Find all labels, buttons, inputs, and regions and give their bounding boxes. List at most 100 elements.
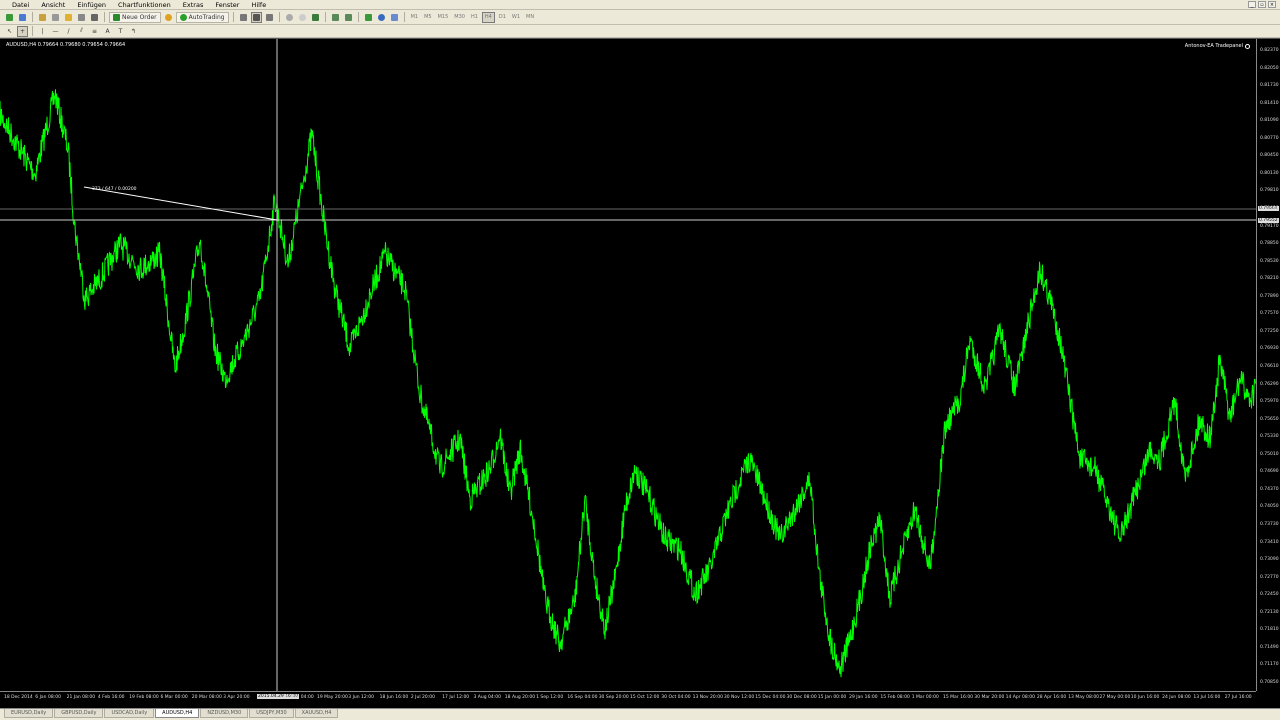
toolbar-separator	[32, 26, 33, 36]
time-axis-label: 10 Jun 16:00	[1130, 695, 1160, 700]
timeframe-h1[interactable]: H1	[469, 14, 480, 20]
timeframe-m1[interactable]: M1	[409, 14, 421, 20]
ea-name: Antonov-EA Tradepanel	[1184, 43, 1243, 49]
restore-icon[interactable]: ▫	[1258, 1, 1266, 8]
time-axis[interactable]: 2015.04.29 16:00 18 Dec 2014 6 Jan 08:00 2…	[0, 691, 1256, 709]
zoom-in-button[interactable]	[284, 12, 295, 23]
text-button[interactable]: A	[102, 26, 113, 37]
chart-window[interactable]: AUDUSD,H4 0.79664 0.79680 0.79654 0.7966…	[0, 38, 1280, 708]
close-icon[interactable]: ×	[1268, 1, 1276, 8]
cursor-button[interactable]: ↖	[4, 26, 15, 37]
tile-windows-button[interactable]	[310, 12, 321, 23]
chart-tabs: EURUSD,Daily GBPUSD,Daily USDCAD,Daily AUDU…	[0, 708, 1280, 720]
price-axis-label: 0.74050	[1260, 504, 1279, 510]
new-order-button[interactable]: Neue Order	[109, 11, 161, 23]
navigator-button[interactable]	[63, 12, 74, 23]
window-controls: _ ▫ ×	[1248, 1, 1280, 8]
chart-tab[interactable]: EURUSD,Daily	[4, 709, 54, 718]
timeframe-m15[interactable]: M15	[436, 14, 451, 20]
profiles-button[interactable]	[17, 12, 28, 23]
vertical-line-button[interactable]: |	[37, 26, 48, 37]
time-axis-label: 30 Oct 04:00	[661, 695, 691, 700]
text-label-button[interactable]: T	[115, 26, 126, 37]
menu-ansicht[interactable]: Ansicht	[35, 0, 71, 10]
chart-tab[interactable]: GBPUSD,Daily	[54, 709, 104, 718]
timeframe-h4[interactable]: H4	[481, 11, 495, 23]
time-axis-label: 13 Jul 16:00	[1193, 695, 1221, 700]
price-axis-label: 0.77250	[1260, 328, 1279, 334]
market-watch-button[interactable]	[37, 12, 48, 23]
horizontal-line-button[interactable]: —	[50, 26, 61, 37]
chart-tab[interactable]: AUDUSD,H4	[155, 709, 200, 718]
menu-fenster[interactable]: Fenster	[209, 0, 245, 10]
chart-tab[interactable]: NZDUSD,M30	[200, 709, 249, 718]
timeframe-w1[interactable]: W1	[510, 14, 522, 20]
bar-chart-button[interactable]	[238, 12, 249, 23]
time-axis-label: 29 Jan 16:00	[849, 695, 878, 700]
toolbar-separator	[104, 12, 105, 22]
crosshair-button[interactable]: +	[17, 25, 28, 37]
menu-extras[interactable]: Extras	[177, 0, 210, 10]
time-axis-label: 27 May 00:00	[1099, 695, 1131, 700]
time-axis-label: 15 Mar 16:00	[943, 695, 974, 700]
price-axis-label: 0.78530	[1260, 258, 1279, 264]
time-axis-label: 30 Mar 20:00	[974, 695, 1005, 700]
indicators-icon	[364, 13, 372, 21]
metaeditor-button[interactable]	[163, 12, 174, 23]
periods-button[interactable]	[376, 12, 387, 23]
chart-tab[interactable]: USDJPY,M30	[249, 709, 294, 718]
menu-datei[interactable]: Datei	[0, 0, 35, 10]
toolbar-separator	[232, 12, 234, 22]
zoom-out-button[interactable]	[297, 12, 308, 23]
autotrading-button[interactable]: AutoTrading	[175, 11, 229, 23]
time-axis-label: 30 Dec 08:00	[786, 695, 817, 700]
timeframe-m30[interactable]: M30	[452, 14, 467, 20]
time-axis-label: 21 Jan 08:00	[66, 695, 96, 700]
timeframe-mn[interactable]: MN	[524, 14, 536, 20]
minimize-icon[interactable]: _	[1248, 1, 1256, 8]
time-axis-label: 15 Oct 12:00	[630, 695, 660, 700]
timeframe-m5[interactable]: M5	[422, 14, 434, 20]
price-axis-label: 0.78850	[1260, 241, 1279, 247]
toolbar-separator	[357, 12, 359, 22]
new-chart-button[interactable]	[4, 12, 15, 23]
menu-bar: Datei Ansicht Einfügen Chartfunktionen E…	[0, 0, 1280, 10]
line-chart-button[interactable]	[264, 12, 275, 23]
time-axis-label: 15 Feb 08:00	[880, 695, 910, 700]
arrows-button[interactable]: ↰	[128, 26, 139, 37]
trendline-button[interactable]: /	[63, 26, 74, 37]
menu-einfuegen[interactable]: Einfügen	[71, 0, 112, 10]
vertical-line-icon: |	[41, 27, 44, 35]
time-axis-label: 17 Jul 12:00	[442, 695, 470, 700]
timeframe-d1[interactable]: D1	[497, 14, 508, 20]
price-axis-label: 0.72770	[1260, 574, 1279, 580]
chart-tab[interactable]: XAUUSD,H4	[294, 709, 339, 718]
crosshair-price-tag: 0.79552	[1258, 218, 1279, 223]
channel-button[interactable]: ⫽	[76, 26, 87, 37]
data-window-button[interactable]	[50, 12, 61, 23]
autoscroll-button[interactable]	[343, 12, 354, 23]
indicators-button[interactable]	[363, 12, 374, 23]
tester-button[interactable]	[89, 12, 100, 23]
drawing-toolbar: ↖ + | — / ⫽ ≡ A T ↰	[0, 25, 1280, 38]
price-axis-label: 0.78210	[1260, 276, 1279, 282]
autotrading-icon	[179, 13, 187, 21]
menu-chartfunktionen[interactable]: Chartfunktionen	[112, 0, 177, 10]
price-axis-label: 0.82370	[1260, 48, 1279, 53]
expert-advisor-label: Antonov-EA Tradepanel	[1185, 43, 1250, 49]
price-chart[interactable]	[0, 39, 1280, 709]
chart-tab[interactable]: USDCAD,Daily	[104, 709, 155, 718]
templates-button[interactable]	[389, 12, 400, 23]
price-axis[interactable]: 0.79664 0.79552 0.82370 0.82050 0.81730 0.8…	[1256, 39, 1280, 691]
fibonacci-button[interactable]: ≡	[89, 26, 100, 37]
price-axis-label: 0.75970	[1260, 399, 1279, 405]
time-axis-label: 3 Apr 20:00	[223, 695, 250, 700]
price-axis-label: 0.75650	[1260, 416, 1279, 422]
terminal-button[interactable]	[76, 12, 87, 23]
candlestick-button[interactable]	[250, 11, 262, 23]
chart-shift-button[interactable]	[330, 12, 341, 23]
menu-hilfe[interactable]: Hilfe	[245, 0, 272, 10]
periods-icon	[377, 13, 385, 21]
time-axis-label: 19 May 20:00	[317, 695, 348, 700]
price-axis-label: 0.81090	[1260, 118, 1279, 124]
